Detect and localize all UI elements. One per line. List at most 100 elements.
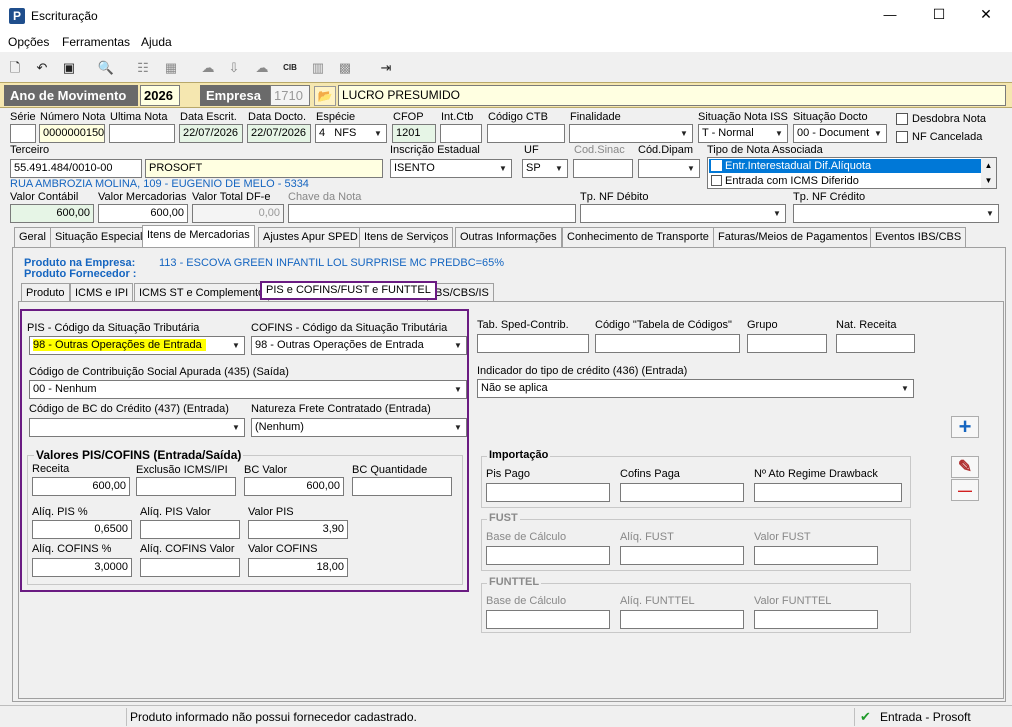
tab-conhecimento-transporte[interactable]: Conhecimento de Transporte [562,227,714,247]
tab-faturas[interactable]: Faturas/Meios de Pagamentos [713,227,873,247]
save-icon[interactable]: ▣ [59,58,79,78]
minimize-button[interactable]: — [880,7,900,22]
exclusao-field[interactable] [136,477,236,496]
tab-itens-servicos[interactable]: Itens de Serviços [359,227,454,247]
tab-sped-field[interactable] [477,334,589,353]
exit-icon[interactable]: ⇥ [376,58,396,78]
aliq-pis-field[interactable]: 0,6500 [32,520,132,539]
funttel-base-field[interactable] [486,610,610,629]
pis-cst-select[interactable]: 98 - Outras Operações de Entrada ▼ [29,336,245,355]
intctb-field[interactable] [440,124,482,143]
ato-field[interactable] [754,483,902,502]
finalidade-select[interactable]: ▼ [569,124,693,143]
valor-contabil-field[interactable]: 600,00 [10,204,94,223]
chave-field[interactable] [288,204,576,223]
download-icon[interactable]: ⇩ [224,58,244,78]
coddipam-select[interactable]: ▼ [638,159,700,178]
cod-tabela-field[interactable] [595,334,740,353]
edit-button[interactable]: ✎ [951,456,979,478]
undo-icon[interactable]: ↶ [32,58,52,78]
tab-ibs-cbs-is[interactable]: IBS/CBS/IS [427,283,494,301]
new-icon[interactable]: 🗋 [5,58,25,78]
funttel-valor-field[interactable] [754,610,878,629]
cofins-paga-field[interactable] [620,483,744,502]
valor-merc-field[interactable]: 600,00 [98,204,188,223]
tipo-nota-list[interactable]: Entr.Interestadual Dif.Alíquota Entrada … [707,157,997,189]
tab-outras-informacoes[interactable]: Outras Informações [455,227,562,247]
pis-pago-field[interactable] [486,483,610,502]
fust-base-field[interactable] [486,546,610,565]
tipo-nota-item-selected[interactable]: Entr.Interestadual Dif.Alíquota [709,159,981,173]
list-icon[interactable]: ☷ [133,58,153,78]
data-escrit-field[interactable]: 22/07/2026 [179,124,243,143]
tab-icms-st[interactable]: ICMS ST e Complemento [134,283,270,301]
sit-docto-select[interactable]: 00 - Document ▼ [793,124,887,143]
data-docto-field[interactable]: 22/07/2026 [247,124,311,143]
tp-credito-select[interactable]: ▼ [793,204,999,223]
preview-icon[interactable]: 🔍 [96,58,116,78]
scrollbar[interactable]: ▲ ▼ [981,158,996,188]
fust-aliq-field[interactable] [620,546,744,565]
panel-alt-icon[interactable]: ▩ [335,58,355,78]
valor-pis-field[interactable]: 3,90 [248,520,348,539]
folder-icon[interactable]: 📂 [314,86,336,106]
aliq-cofins-field[interactable]: 3,0000 [32,558,132,577]
tipo-nota-item[interactable]: Entrada com ICMS Diferido [709,174,981,188]
ano-field[interactable]: 2026 [140,85,180,106]
cloud-alt-icon[interactable]: ☁ [252,58,272,78]
grupo-field[interactable] [747,334,827,353]
panel-icon[interactable]: ▥ [308,58,328,78]
funttel-aliq-field[interactable] [620,610,744,629]
aliq-cofins-valor-field[interactable] [140,558,240,577]
menu-ajuda[interactable]: Ajuda [141,35,172,49]
aliq-pis-valor-field[interactable] [140,520,240,539]
cofins-paga-label: Cofins Paga [620,468,680,480]
tab-produto[interactable]: Produto [21,283,70,301]
frete-select[interactable]: (Nenhum) ▼ [251,418,467,437]
sit-iss-select[interactable]: T - Normal ▼ [698,124,788,143]
tab-pis-cofins[interactable]: PIS e COFINS/FUST e FUNTTEL [260,281,437,300]
menu-ferramentas[interactable]: Ferramentas [62,35,130,49]
close-button[interactable]: ✕ [976,6,996,23]
tab-itens-mercadorias[interactable]: Itens de Mercadorias [142,225,255,247]
indicador-select[interactable]: Não se aplica ▼ [477,379,914,398]
uf-select[interactable]: SP ▼ [522,159,568,178]
empresa-code-field[interactable]: 1710 [270,85,310,106]
bc-valor-field[interactable]: 600,00 [244,477,344,496]
codctb-field[interactable] [487,124,565,143]
checkbox-icon[interactable] [711,175,722,186]
tab-situacao-especial[interactable]: Situação Especial [50,227,148,247]
receita-field[interactable]: 600,00 [32,477,130,496]
maximize-button[interactable]: ☐ [929,6,949,23]
contrib-select[interactable]: 00 - Nenhum ▼ [29,380,467,399]
serie-field[interactable] [10,124,36,143]
tab-geral[interactable]: Geral [14,227,51,247]
cofins-cst-select[interactable]: 98 - Outras Operações de Entrada ▼ [251,336,467,355]
desdobra-checkbox[interactable] [896,113,908,125]
numero-field[interactable]: 0000000150 [39,124,105,143]
menu-opcoes[interactable]: Opções [8,35,49,49]
tab-ajustes-apur-sped[interactable]: Ajustes Apur SPED [258,227,363,247]
remove-button[interactable]: — [951,479,979,501]
add-button[interactable]: + [951,416,979,438]
bc-qtd-field[interactable] [352,477,452,496]
especie-select[interactable]: 4 NFS ▼ [315,124,387,143]
nf-cancelada-checkbox[interactable] [896,131,908,143]
bc-credito-select[interactable]: ▼ [29,418,245,437]
valor-cofins-field[interactable]: 18,00 [248,558,348,577]
ie-select[interactable]: ISENTO ▼ [390,159,512,178]
codsinac-field[interactable] [573,159,633,178]
tab-eventos-ibs-cbs[interactable]: Eventos IBS/CBS [870,227,967,247]
cfop-field[interactable]: 1201 [392,124,436,143]
checkbox-icon[interactable] [711,160,722,171]
tab-icms-ipi[interactable]: ICMS e IPI [70,283,134,301]
fust-valor-field[interactable] [754,546,878,565]
nat-receita-field[interactable] [836,334,915,353]
valor-dfe-field[interactable]: 0,00 [192,204,284,223]
calculator-icon[interactable]: ▦ [161,58,181,78]
cloud-icon[interactable]: ☁ [198,58,218,78]
ultima-field[interactable] [109,124,175,143]
cib-icon[interactable]: CIB [280,58,300,78]
terceiro-cnpj-field[interactable]: 55.491.484/0010-00 [10,159,142,178]
tp-debito-select[interactable]: ▼ [580,204,786,223]
